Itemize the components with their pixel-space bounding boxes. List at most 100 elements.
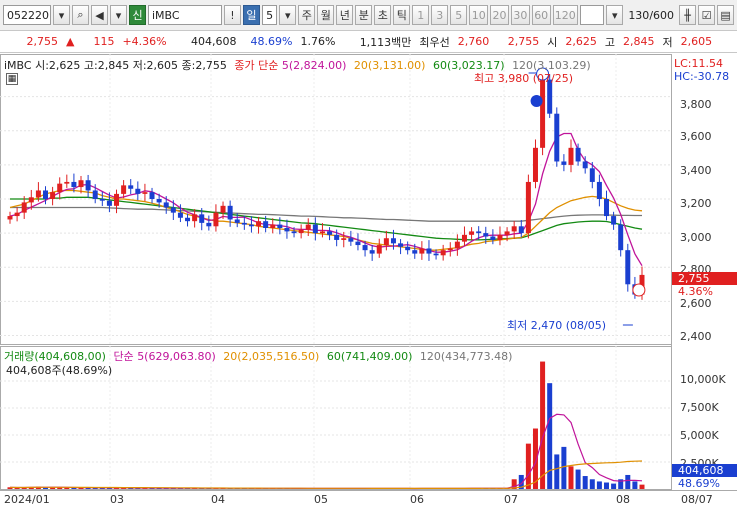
candle-body — [440, 250, 446, 256]
vol-ma60-label[interactable]: 60(741,409.00) — [327, 350, 413, 363]
volume-bar — [582, 476, 588, 489]
candle-body — [469, 231, 475, 235]
ma20-label[interactable]: 20(3,131.00) — [354, 59, 426, 72]
candle-body — [128, 185, 134, 189]
low-annotation: 최저 2,470 (08/05) — [507, 319, 607, 332]
candle-body — [447, 248, 453, 251]
volume-bar — [575, 469, 581, 489]
candle-body — [177, 212, 183, 218]
candle-body — [92, 190, 98, 199]
candle-body — [497, 234, 503, 240]
candle-body — [426, 248, 432, 254]
price-tick: 2,600 — [680, 297, 712, 310]
candle-body — [312, 224, 318, 234]
price-tick: 3,800 — [680, 98, 712, 111]
volume-bar — [603, 482, 609, 489]
candle-body — [7, 216, 13, 220]
volume-bar — [561, 446, 567, 489]
vol-ma5-label[interactable]: 5(629,063.80) — [137, 350, 216, 363]
candle-body — [518, 226, 524, 234]
candle-body — [185, 217, 191, 222]
volume-bar — [547, 383, 553, 489]
ma-title: 종가 단순 — [234, 59, 279, 72]
date-label: 07 — [504, 493, 518, 506]
date-label: 08/07 — [681, 493, 713, 506]
candle-body — [142, 192, 148, 194]
date-label: 04 — [211, 493, 225, 506]
candle-body — [341, 238, 347, 240]
candle-body — [135, 188, 141, 194]
candle-body — [14, 212, 20, 217]
buy-signal-icon — [632, 283, 646, 297]
candle-body — [64, 181, 70, 184]
candle-body — [611, 216, 617, 225]
price-tick: 2,400 — [680, 330, 712, 343]
price-volume-chart[interactable] — [0, 0, 737, 510]
candle-body — [490, 236, 496, 240]
candle-body — [28, 197, 34, 203]
candle-body — [106, 200, 112, 206]
candle-body — [284, 228, 290, 232]
ma5-label[interactable]: 5(2,824.00) — [282, 59, 347, 72]
candle-body — [192, 214, 198, 222]
candle-body — [50, 192, 56, 199]
candle-body — [263, 221, 269, 228]
volume-bar — [611, 483, 617, 489]
candle-body — [561, 161, 567, 165]
volume-tick: 10,000K — [680, 373, 726, 386]
volume-bar — [589, 479, 595, 489]
price-panel-title: iMBC 시:2,625 고:2,845 저:2,605 종:2,755 — [4, 59, 227, 72]
candle-body — [234, 219, 240, 223]
candle-body — [334, 234, 340, 240]
candle-body — [454, 241, 460, 249]
vol-ma-title: 단순 — [113, 350, 134, 363]
candle-body — [568, 147, 574, 165]
price-axis: 3,800 3,600 3,400 3,200 3,000 2,800 2,60… — [672, 54, 737, 344]
price-tick: 3,400 — [680, 164, 712, 177]
current-pct-label: 4.36% — [678, 285, 713, 298]
price-tick: 3,000 — [680, 231, 712, 244]
candle-body — [603, 199, 609, 217]
candle-body — [78, 180, 84, 188]
date-label: 03 — [110, 493, 124, 506]
date-axis: 2024/01 03 04 05 06 07 08 08/07 — [0, 490, 737, 510]
candle-body — [376, 245, 382, 254]
candle-body — [625, 250, 631, 285]
candle-body — [369, 250, 375, 254]
candle-body — [419, 248, 425, 254]
volume-sub-label: 404,608주(48.69%) — [6, 364, 113, 377]
volume-bar — [568, 466, 574, 489]
candle-body — [291, 231, 297, 234]
candle-body — [277, 224, 283, 228]
candle-body — [227, 205, 233, 220]
candle-body — [248, 224, 254, 227]
volume-bar — [554, 454, 560, 489]
candle-body — [241, 222, 247, 225]
date-label: 06 — [410, 493, 424, 506]
candle-body — [383, 238, 389, 246]
candle-body — [256, 221, 262, 227]
candle-body — [21, 202, 27, 213]
candle-body — [327, 231, 333, 235]
vol-ma20-label[interactable]: 20(2,035,516.50) — [223, 350, 319, 363]
grid-table-icon[interactable]: ▦ — [6, 73, 18, 85]
candle-body — [412, 250, 418, 254]
candle-body — [596, 181, 602, 199]
volume-bar — [596, 481, 602, 489]
price-tick: 3,600 — [680, 130, 712, 143]
candle-body — [71, 181, 77, 188]
high-annotation: 최고 3,980 (07/25) — [474, 72, 574, 85]
candle-body — [532, 147, 538, 182]
vol-ma120-label[interactable]: 120(434,773.48) — [420, 350, 513, 363]
candle-body — [156, 199, 162, 203]
candle-body — [511, 226, 517, 232]
current-price-tag: 2,755 — [672, 272, 737, 285]
price-tick: 3,200 — [680, 197, 712, 210]
volume-bar — [632, 481, 638, 489]
candle-body — [582, 161, 588, 169]
candle-body — [461, 234, 467, 242]
current-volume-tag: 404,608 — [672, 464, 737, 477]
volume-bar — [639, 484, 645, 489]
volume-bar — [625, 474, 631, 489]
candle-body — [348, 238, 354, 242]
